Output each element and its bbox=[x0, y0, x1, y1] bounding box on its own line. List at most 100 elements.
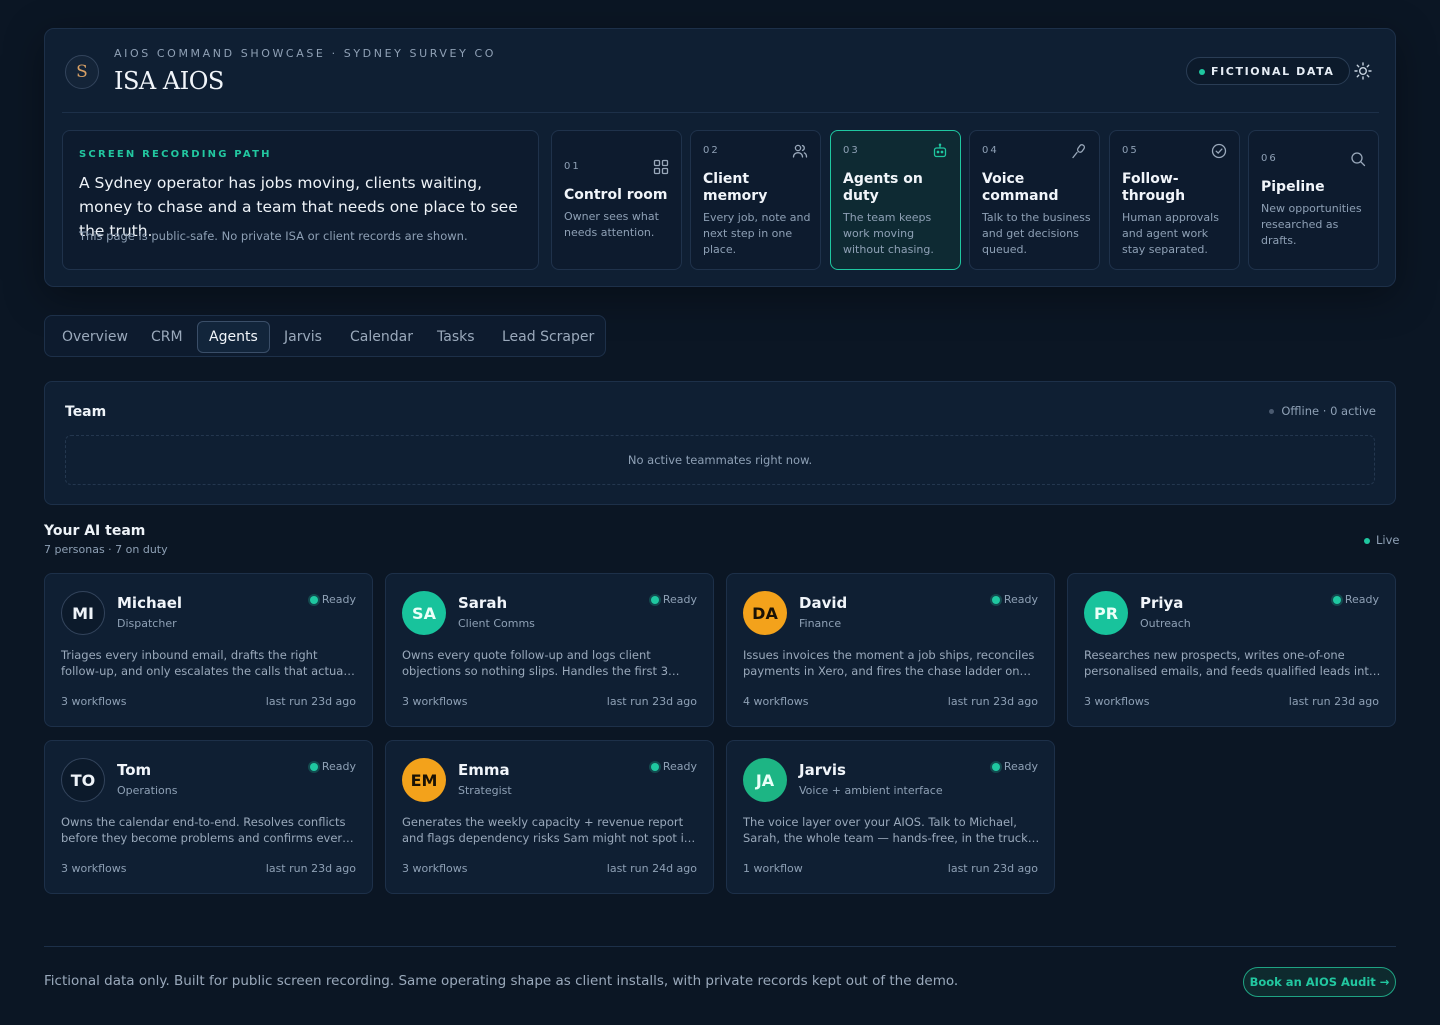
step-voice-command[interactable]: 04 Voice command Talk to the business an… bbox=[969, 130, 1100, 270]
recording-path-card: SCREEN RECORDING PATH A Sydney operator … bbox=[62, 130, 539, 270]
tab-calendar[interactable]: Calendar bbox=[339, 321, 424, 353]
step-description: Every job, note and next step in one pla… bbox=[703, 211, 811, 256]
agent-description: Owns the calendar end-to-end. Resolves c… bbox=[61, 815, 349, 845]
ready-dot bbox=[991, 596, 1000, 604]
step-number: 04 bbox=[982, 145, 999, 156]
agent-name: Sarah bbox=[458, 594, 508, 612]
agent-description: The voice layer over your AIOS. Talk to … bbox=[743, 815, 1032, 845]
step-description: Owner sees what needs attention. bbox=[564, 210, 659, 239]
step-number: 03 bbox=[843, 145, 860, 156]
sun-icon[interactable] bbox=[1353, 61, 1373, 81]
agent-name: Michael bbox=[117, 594, 183, 612]
avatar: MI bbox=[61, 591, 105, 635]
tab-crm[interactable]: CRM bbox=[140, 321, 194, 353]
avatar: TO bbox=[61, 758, 105, 802]
tab-agents[interactable]: Agents bbox=[197, 321, 270, 353]
agent-description: Generates the weekly capacity + revenue … bbox=[402, 815, 692, 845]
agent-name: Emma bbox=[458, 761, 510, 779]
avatar-initials: MI bbox=[72, 603, 94, 623]
agent-card-jarvis[interactable]: JA Jarvis Voice + ambient interface Ready Th… bbox=[726, 740, 1055, 894]
ready-dot bbox=[650, 596, 659, 604]
step-client-memory[interactable]: 02 Client memory Every job, note and nex… bbox=[690, 130, 821, 270]
step-agents-on-duty[interactable]: 03 Agents on duty The team keeps work mo… bbox=[830, 130, 961, 270]
workflow-count: 3 workflows bbox=[61, 862, 127, 875]
agent-role: Client Comms bbox=[458, 617, 535, 630]
avatar: JA bbox=[743, 758, 787, 802]
step-description: New opportunities researched as drafts. bbox=[1261, 202, 1362, 247]
grid-icon bbox=[653, 159, 669, 175]
last-run: last run 23d ago bbox=[265, 862, 356, 875]
avatar: SA bbox=[402, 591, 446, 635]
status-label: Ready bbox=[662, 760, 697, 773]
agent-name: David bbox=[799, 594, 848, 612]
agent-description: Triages every inbound email, drafts the … bbox=[61, 648, 357, 678]
status-label: Ready bbox=[321, 760, 356, 773]
main-tabs: Overview CRM Agents Jarvis Calendar Task… bbox=[44, 315, 606, 357]
tab-tasks[interactable]: Tasks bbox=[426, 321, 486, 353]
team-empty-state: No active teammates right now. bbox=[65, 435, 1375, 485]
avatar-initials: PR bbox=[1093, 603, 1119, 623]
step-description: Human approvals and agent work stay sepa… bbox=[1122, 211, 1219, 256]
badge-label: FICTIONAL DATA bbox=[1211, 64, 1335, 78]
workflow-count: 3 workflows bbox=[402, 862, 468, 875]
agent-card-david[interactable]: DA David Finance Ready Issues invoices the m… bbox=[726, 573, 1055, 727]
agent-card-emma[interactable]: EM Emma Strategist Ready Generates the weekl… bbox=[385, 740, 714, 894]
status-badge: Ready bbox=[1332, 593, 1379, 606]
ready-dot bbox=[650, 763, 659, 771]
agent-role: Operations bbox=[117, 784, 178, 797]
agent-card-priya[interactable]: PR Priya Outreach Ready Researches new prosp… bbox=[1067, 573, 1396, 727]
avatar-initials: SA bbox=[412, 603, 436, 623]
team-status-label: Offline · 0 active bbox=[1281, 404, 1376, 418]
status-badge: Ready bbox=[650, 593, 697, 606]
agent-card-tom[interactable]: TO Tom Operations Ready Owns the calendar en… bbox=[44, 740, 373, 894]
tab-overview[interactable]: Overview bbox=[51, 321, 139, 353]
footer-text: Fictional data only. Built for public sc… bbox=[44, 973, 959, 989]
live-label: Live bbox=[1376, 533, 1400, 547]
step-pipeline[interactable]: 06 Pipeline New opportunities researched… bbox=[1248, 130, 1379, 270]
status-label: Ready bbox=[1003, 760, 1038, 773]
agent-role: Finance bbox=[799, 617, 842, 630]
step-number: 01 bbox=[564, 161, 581, 172]
ready-dot bbox=[1332, 596, 1341, 604]
agent-role: Outreach bbox=[1140, 617, 1191, 630]
workflow-count: 3 workflows bbox=[1084, 695, 1150, 708]
avatar: DA bbox=[743, 591, 787, 635]
avatar-initials: EM bbox=[410, 770, 438, 790]
step-title: Agents on duty bbox=[843, 171, 923, 204]
search-icon bbox=[1351, 152, 1366, 167]
step-title: Pipeline bbox=[1261, 179, 1325, 195]
tab-lead-scraper[interactable]: Lead Scraper bbox=[491, 321, 605, 353]
team-title: Team bbox=[65, 404, 107, 420]
agent-role: Strategist bbox=[458, 784, 512, 797]
step-title: Follow-through bbox=[1122, 171, 1186, 204]
agent-role: Voice + ambient interface bbox=[799, 784, 943, 797]
last-run: last run 23d ago bbox=[606, 695, 697, 708]
app-title: ISA AIOS bbox=[114, 67, 224, 95]
step-title: Control room bbox=[564, 187, 668, 203]
header-eyebrow: AIOS COMMAND SHOWCASE · SYDNEY SURVEY CO bbox=[114, 47, 497, 60]
workflow-count: 4 workflows bbox=[743, 695, 809, 708]
step-description: Talk to the business and get decisions q… bbox=[982, 211, 1091, 256]
logo-letter: S bbox=[76, 62, 88, 82]
avatar: EM bbox=[402, 758, 446, 802]
step-number: 06 bbox=[1261, 153, 1278, 164]
agent-card-michael[interactable]: MI Michael Dispatcher Ready Triages every in… bbox=[44, 573, 373, 727]
avatar: PR bbox=[1084, 591, 1128, 635]
users-icon bbox=[792, 144, 808, 158]
status-label: Ready bbox=[321, 593, 356, 606]
ai-team-subtitle: 7 personas · 7 on duty bbox=[44, 543, 168, 556]
status-label: Ready bbox=[1344, 593, 1379, 606]
logo: S bbox=[65, 55, 99, 89]
avatar-initials: JA bbox=[755, 770, 775, 790]
step-follow-through[interactable]: 05 Follow-through Human approvals and ag… bbox=[1109, 130, 1240, 270]
live-dot bbox=[1364, 538, 1370, 544]
step-control-room[interactable]: 01 Control room Owner sees what needs at… bbox=[551, 130, 682, 270]
step-number: 02 bbox=[703, 145, 720, 156]
ready-dot bbox=[991, 763, 1000, 771]
last-run: last run 23d ago bbox=[265, 695, 356, 708]
agent-name: Jarvis bbox=[799, 761, 846, 779]
agent-name: Priya bbox=[1140, 594, 1184, 612]
agent-card-sarah[interactable]: SA Sarah Client Comms Ready Owns every quote… bbox=[385, 573, 714, 727]
book-audit-button[interactable]: Book an AIOS Audit → bbox=[1243, 967, 1396, 997]
tab-jarvis[interactable]: Jarvis bbox=[273, 321, 333, 353]
